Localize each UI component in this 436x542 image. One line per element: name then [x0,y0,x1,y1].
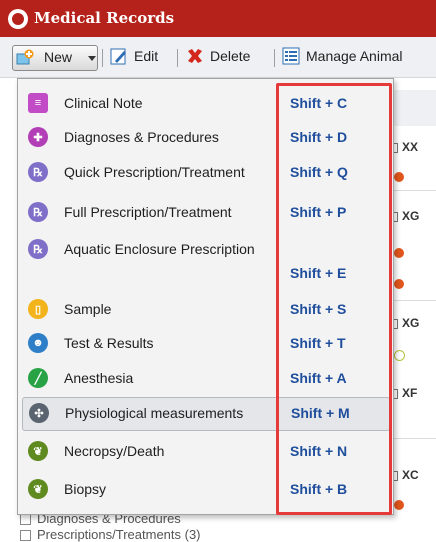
manage-animal-button[interactable]: Manage Animal [282,45,436,67]
list-icon [282,47,300,65]
status-dot [394,172,404,182]
rx-icon: ℞ [28,202,48,222]
status-dot [394,500,404,510]
diagnoses-icon: ✚ [28,127,48,147]
clinical-note-icon: ≡ [28,93,48,113]
app-logo-icon [8,9,28,29]
menu-item-label: Sample [64,301,112,317]
status-dot [394,279,404,289]
window-title: Medical Records [34,9,175,27]
delete-button[interactable]: Delete [186,45,270,67]
toolbar-separator [102,49,103,67]
chevron-down-icon [88,56,96,61]
menu-item-label: Aquatic Enclosure Prescription [64,241,255,257]
delete-x-icon [188,49,202,63]
necropsy-icon: ❦ [28,441,48,461]
physiological-icon: ✣ [29,403,49,423]
status-dot [394,350,405,361]
anesthesia-icon: ╱ [28,368,48,388]
new-plus-icon [16,49,34,65]
menu-item-label: Test & Results [64,335,154,351]
menu-item-label: Full Prescription/Treatment [64,204,232,220]
rx-icon: ℞ [28,239,48,259]
sample-icon: ▯ [28,299,48,319]
new-dropdown-button[interactable]: New [12,45,98,71]
toolbar: New Edit Delete Manage Animal [0,37,436,78]
menu-item-label: Quick Prescription/Treatment [64,164,245,180]
rx-icon: ℞ [28,162,48,182]
menu-item-label: Anesthesia [64,370,134,386]
tree-item[interactable]: Prescriptions/Treatments (3) [20,527,201,542]
menu-item-label: Biopsy [64,481,107,497]
edit-icon [110,48,126,65]
new-button-label: New [44,49,73,65]
menu-item-label: Physiological measurements [65,405,244,421]
toolbar-separator [177,49,178,67]
window-titlebar: Medical Records [0,0,436,37]
toolbar-separator [274,49,275,67]
menu-item-label: Clinical Note [64,95,143,111]
edit-label: Edit [134,48,159,64]
test-results-icon: ☻ [28,333,48,353]
edit-button[interactable]: Edit [110,45,172,67]
manage-animal-label: Manage Animal [306,48,403,64]
shortcut-highlight-box [276,83,392,515]
menu-item-label: Diagnoses & Procedures [64,129,219,145]
menu-item-label: Necropsy/Death [64,443,165,459]
status-dot [394,248,404,258]
delete-label: Delete [210,48,251,64]
biopsy-icon: ❦ [28,479,48,499]
